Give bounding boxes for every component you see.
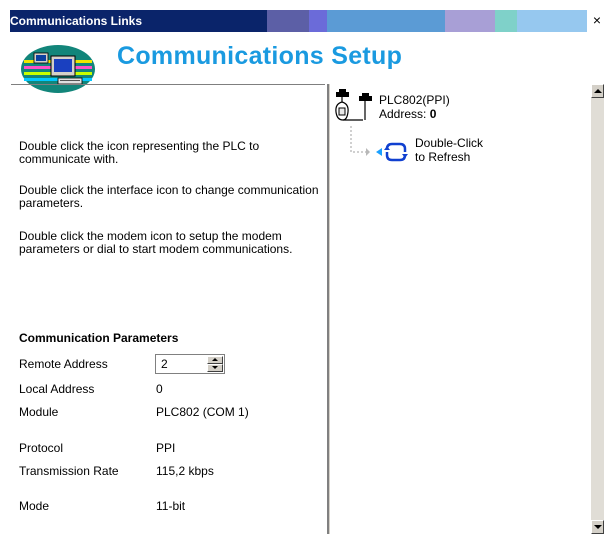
stepper-buttons (207, 356, 223, 372)
instruction-text: Double click the interface icon to chang… (19, 183, 319, 210)
title-bar-segment (309, 10, 327, 32)
plc-cable-icon[interactable] (333, 88, 375, 126)
module-label: Module (19, 405, 59, 419)
instruction-text: Double click the modem icon to setup the… (19, 229, 293, 256)
transmission-rate-value: 115,2 kbps (156, 464, 214, 478)
title-bar-segment (517, 10, 587, 32)
local-address-label: Local Address (19, 382, 95, 396)
page-title: Communications Setup (117, 42, 403, 70)
local-address-value: 0 (156, 382, 163, 396)
title-bar-segment (327, 10, 445, 32)
stepper-up-icon[interactable] (207, 356, 223, 364)
address-value: 0 (429, 107, 437, 121)
remote-address-label: Remote Address (19, 357, 108, 371)
protocol-label: Protocol (19, 441, 64, 455)
remote-address-stepper[interactable]: 2 (155, 354, 225, 374)
title-bar-segment (267, 10, 309, 32)
protocol-value: PPI (156, 441, 176, 455)
instruction-text: Double click the icon representing the P… (19, 139, 260, 166)
mode-value: 11-bit (156, 499, 186, 513)
header-divider (11, 84, 325, 85)
plc-node-address: Address: 0 (379, 108, 436, 121)
title-bar: Communications Links × (0, 0, 604, 32)
network-computer-icon (21, 45, 95, 93)
scroll-down-icon[interactable] (591, 520, 604, 534)
address-label: Address: (379, 107, 427, 121)
window-title: Communications Links (10, 14, 143, 28)
transmission-rate-label: Transmission Rate (19, 464, 119, 478)
module-value: PLC802 (COM 1) (156, 405, 249, 419)
refresh-icon[interactable] (370, 139, 410, 165)
stepper-down-icon[interactable] (207, 364, 223, 372)
scroll-up-icon[interactable] (591, 84, 604, 98)
plc-node-name[interactable]: PLC802(PPI) (379, 94, 450, 107)
mode-label: Mode (19, 499, 50, 513)
panel-divider[interactable] (327, 84, 330, 534)
remote-address-value[interactable]: 2 (161, 357, 168, 371)
vertical-scrollbar[interactable] (591, 84, 604, 534)
refresh-node-line1[interactable]: Double-Click (415, 137, 483, 150)
title-bar-segment (445, 10, 495, 32)
refresh-node-line2[interactable]: to Refresh (415, 151, 470, 164)
title-bar-segment (495, 10, 517, 32)
params-title: Communication Parameters (19, 331, 179, 345)
close-icon[interactable]: × (590, 10, 604, 30)
